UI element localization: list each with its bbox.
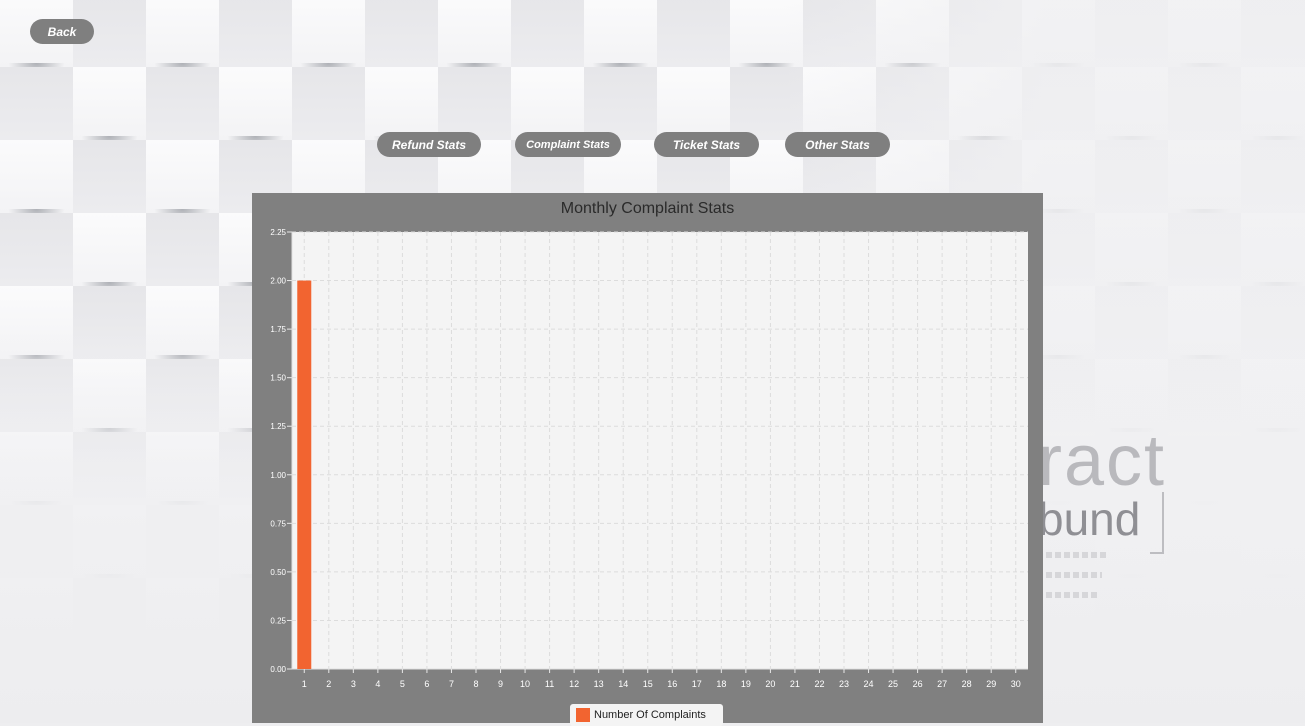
tab-other-stats[interactable]: Other Stats xyxy=(785,132,890,157)
background-word-2: bund xyxy=(1038,493,1141,545)
x-tick-label: 3 xyxy=(351,679,356,689)
x-tick-label: 19 xyxy=(741,679,751,689)
x-tick-label: 15 xyxy=(643,679,653,689)
tab-refund-stats[interactable]: Refund Stats xyxy=(377,132,481,157)
x-tick-label: 26 xyxy=(913,679,923,689)
x-tick-label: 27 xyxy=(937,679,947,689)
x-tick-label: 10 xyxy=(520,679,530,689)
y-tick-label: 1.00 xyxy=(270,471,286,480)
bar-chart: 0.00 0.25 0.50 0.75 1.00 1.25 1.50 1.75 2.00 2.25… xyxy=(270,228,1028,689)
y-tick-label: 2.25 xyxy=(270,228,286,237)
x-tick-label: 18 xyxy=(716,679,726,689)
x-tick-label: 14 xyxy=(618,679,628,689)
x-tick-label: 24 xyxy=(864,679,874,689)
x-tick-label: 16 xyxy=(667,679,677,689)
x-tick-label: 11 xyxy=(545,679,554,689)
y-tick-label: 0.00 xyxy=(270,665,286,674)
x-tick-label: 22 xyxy=(814,679,824,689)
background-frame xyxy=(1150,492,1164,554)
x-tick-label: 6 xyxy=(424,679,429,689)
y-tick-label: 0.75 xyxy=(270,519,286,528)
x-tick-label: 17 xyxy=(692,679,702,689)
background-decoration xyxy=(1046,592,1098,598)
x-tick-label: 30 xyxy=(1011,679,1021,689)
background-word-1: ract xyxy=(1038,421,1167,501)
background-decoration xyxy=(1046,552,1106,558)
background-decoration xyxy=(1046,572,1102,578)
y-tick-label: 2.00 xyxy=(270,277,286,286)
x-tick-label: 13 xyxy=(594,679,604,689)
x-tick-label: 20 xyxy=(765,679,775,689)
x-tick-label: 12 xyxy=(569,679,579,689)
bar xyxy=(297,280,312,669)
x-tick-label: 29 xyxy=(986,679,996,689)
x-tick-label: 28 xyxy=(962,679,972,689)
x-tick-label: 5 xyxy=(400,679,405,689)
y-tick-label: 0.50 xyxy=(270,568,286,577)
y-tick-label: 1.50 xyxy=(270,374,286,383)
x-tick-label: 21 xyxy=(790,679,800,689)
x-tick-label: 8 xyxy=(473,679,478,689)
x-tick-label: 1 xyxy=(302,679,307,689)
legend-swatch xyxy=(576,708,590,722)
legend-label: Number Of Complaints xyxy=(594,709,706,721)
y-tick-label: 1.75 xyxy=(270,325,286,334)
y-tick-label: 1.25 xyxy=(270,422,286,431)
back-button[interactable]: Back xyxy=(30,19,94,44)
chart-panel: Monthly Complaint Stats 0.00 0.25 0.50 0.75… xyxy=(252,193,1043,726)
x-tick-label: 4 xyxy=(375,679,380,689)
x-tick-label: 2 xyxy=(326,679,331,689)
tab-complaint-stats[interactable]: Complaint Stats xyxy=(515,132,621,157)
tab-ticket-stats[interactable]: Ticket Stats xyxy=(654,132,759,157)
x-tick-label: 7 xyxy=(449,679,454,689)
x-tick-label: 25 xyxy=(888,679,898,689)
y-tick-label: 0.25 xyxy=(270,616,286,625)
x-tick-label: 9 xyxy=(498,679,503,689)
x-tick-label: 23 xyxy=(839,679,849,689)
